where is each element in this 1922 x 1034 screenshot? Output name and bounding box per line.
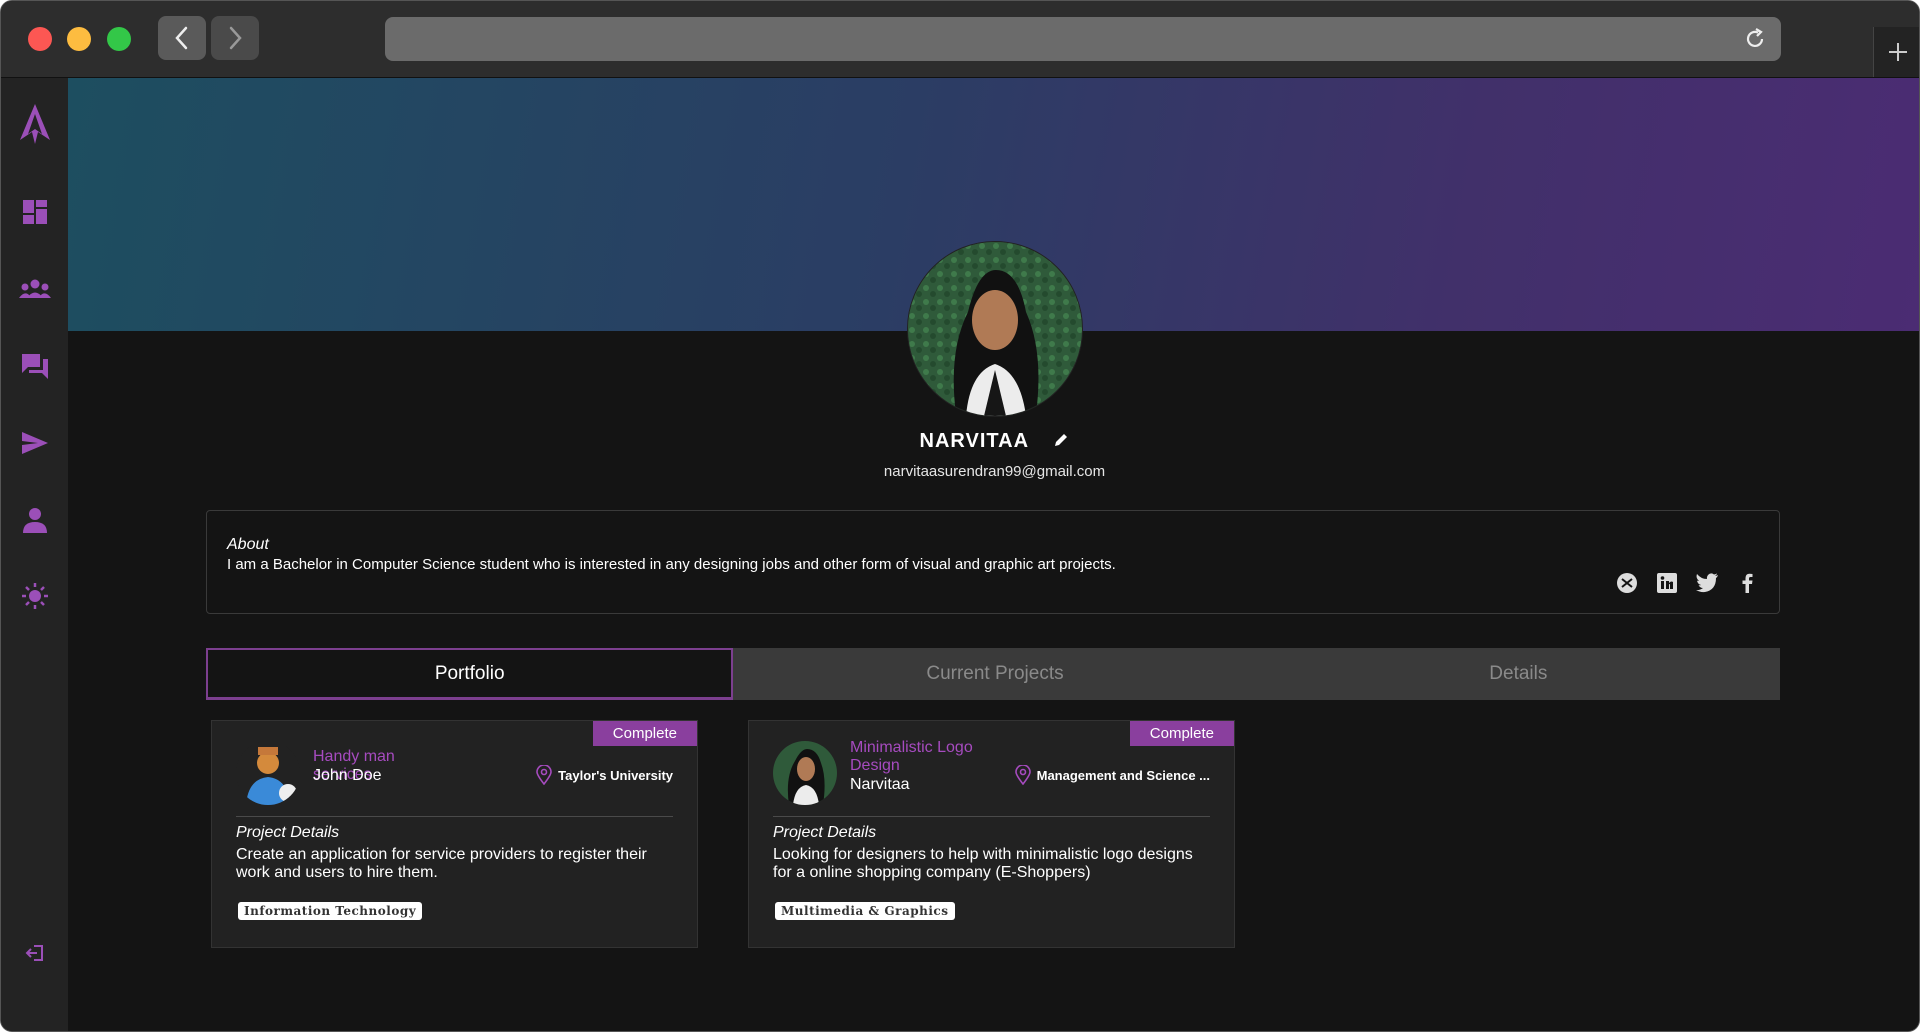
sidebar-item-profile[interactable] [17,502,53,538]
owner-avatar [773,741,837,805]
facebook-link[interactable] [1735,571,1759,595]
new-tab-button[interactable] [1873,27,1919,77]
sidebar-item-messages[interactable] [17,348,53,384]
profile-avatar[interactable] [907,241,1083,417]
card-divider [773,816,1210,817]
close-window-button[interactable] [28,27,52,51]
minimize-window-button[interactable] [67,27,91,51]
sidebar-item-groups[interactable] [17,271,53,307]
maximize-window-button[interactable] [107,27,131,51]
project-location: Taylor's University [536,765,673,785]
project-card[interactable]: Complete Handy man services John Doe Tay… [211,720,698,948]
main-content: NARVITAA narvitaasurendran99@gmail.com A… [68,78,1919,1031]
chevron-right-icon [229,26,242,50]
sidebar-item-dashboard[interactable] [17,194,53,230]
sidebar-logo[interactable] [17,104,53,144]
logout-icon [25,945,43,961]
forward-button[interactable] [211,16,259,60]
tab-details[interactable]: Details [1256,648,1780,700]
linkedin-icon [1657,573,1677,593]
project-owner: John Doe [313,767,382,784]
profile-name: NARVITAA [919,430,1030,452]
project-details-text: Create an application for service provid… [236,846,647,881]
chat-icon [22,354,48,379]
facebook-icon [1742,573,1753,593]
logout-button[interactable] [17,935,53,971]
address-bar[interactable] [385,17,1781,61]
owner-avatar [236,741,300,805]
send-icon [22,432,48,454]
pencil-icon [1055,434,1068,447]
twitter-icon [1696,573,1718,593]
about-title: About [227,536,269,553]
reload-icon[interactable] [1743,27,1767,51]
status-badge: Complete [592,721,697,746]
tab-current-projects[interactable]: Current Projects [733,648,1257,700]
dashboard-icon [23,200,47,224]
sidebar [1,78,68,1031]
back-button[interactable] [158,16,206,60]
mail-icon [1617,573,1637,593]
sidebar-item-theme[interactable] [17,578,53,614]
chevron-left-icon [175,26,188,50]
profile-photo [908,242,1082,416]
sidebar-item-send[interactable] [17,425,53,461]
project-card[interactable]: Complete Minimalistic Logo Design Narvit… [748,720,1235,948]
groups-icon [19,279,51,298]
edit-profile-button[interactable] [1053,432,1069,453]
status-badge: Complete [1129,721,1234,746]
profile-tabs: Portfolio Current Projects Details [206,648,1780,700]
card-divider [236,816,673,817]
profile-name-row: NARVITAA [68,430,1919,453]
profile-email: narvitaasurendran99@gmail.com [883,463,1106,480]
project-owner: Narvitaa [850,776,910,793]
logo-icon [20,104,50,144]
email-link[interactable] [1615,571,1639,595]
sun-icon [22,583,48,609]
browser-window: NARVITAA narvitaasurendran99@gmail.com A… [0,0,1920,1032]
location-pin-icon [1014,765,1031,785]
twitter-link[interactable] [1695,571,1719,595]
location-text: Taylor's University [558,767,673,783]
location-text: Management and Science ... [1036,767,1210,783]
owner-avatar-image [236,741,300,805]
about-section: About I am a Bachelor in Computer Scienc… [206,510,1780,614]
about-text: I am a Bachelor in Computer Science stud… [227,556,1116,573]
tab-portfolio[interactable]: Portfolio [206,648,734,700]
project-title[interactable]: Minimalistic Logo Design [850,739,990,775]
plus-icon [1889,43,1907,61]
linkedin-link[interactable] [1655,571,1679,595]
project-details-label: Project Details [773,824,877,841]
project-location: Management and Science ... [1014,765,1210,785]
person-icon [23,508,47,533]
project-details-text: Looking for designers to help with minim… [773,846,1193,881]
social-links [1615,571,1759,595]
owner-avatar-image [773,741,837,805]
category-tag[interactable]: Multimedia & Graphics [775,902,955,920]
category-tag[interactable]: Information Technology [238,902,423,920]
project-details-label: Project Details [236,824,340,841]
browser-titlebar [1,1,1919,78]
horizontal-scrollbar[interactable] [343,1031,543,1032]
location-pin-icon [536,765,552,785]
